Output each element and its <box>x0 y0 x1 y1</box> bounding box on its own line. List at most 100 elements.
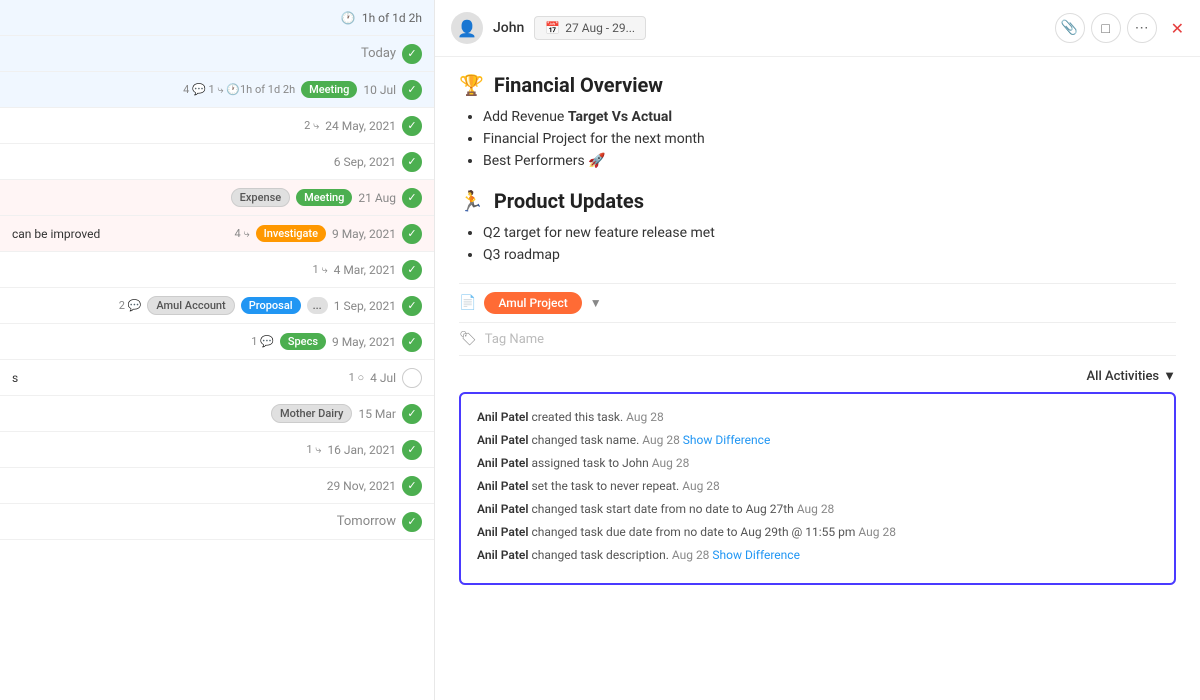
activity-header: All Activities ▼ <box>459 368 1176 384</box>
more-badge[interactable]: ... <box>307 297 328 314</box>
task-date: 4 Jul <box>370 371 396 385</box>
task-check[interactable]: ✓ <box>402 224 422 244</box>
task-row: Mother Dairy 15 Mar ✓ <box>0 396 434 432</box>
show-difference-link[interactable]: Show Difference <box>683 433 771 447</box>
task-row: 1 ⤷ 16 Jan, 2021 ✓ <box>0 432 434 468</box>
content-area: 🏆 Financial Overview Add Revenue Target … <box>435 57 1200 601</box>
square-button[interactable]: □ <box>1091 13 1121 43</box>
investigate-badge[interactable]: Investigate <box>256 225 326 242</box>
activity-author: Anil Patel <box>477 502 528 516</box>
task-date: 1 Sep, 2021 <box>334 299 396 313</box>
activity-time: Aug 28 <box>797 502 835 516</box>
today-label: Today ✓ <box>361 44 422 64</box>
activity-action: created this task. <box>531 410 626 424</box>
financial-overview-title: Financial Overview <box>494 73 663 97</box>
task-row: Expense Meeting 21 Aug ✓ <box>0 180 434 216</box>
task-row: 6 Sep, 2021 ✓ <box>0 144 434 180</box>
activity-line: Anil Patel changed task name. Aug 28 Sho… <box>477 431 1158 449</box>
row-meta: 1 ⤷ <box>306 443 321 457</box>
expense-badge[interactable]: Expense <box>231 188 291 207</box>
date-range-badge[interactable]: 📅 27 Aug - 29... <box>534 16 646 40</box>
specs-badge[interactable]: Specs <box>280 333 326 350</box>
task-date: 4 Mar, 2021 <box>334 263 396 277</box>
task-row: can be improved 4 ⤷ Investigate 9 May, 2… <box>0 216 434 252</box>
tag-placeholder[interactable]: Tag Name <box>485 332 544 347</box>
task-check[interactable]: ✓ <box>402 116 422 136</box>
right-panel: 👤 John 📅 27 Aug - 29... 📎 □ ⋯ ✕ 🏆 Financ… <box>435 0 1200 700</box>
list-item: Q3 roadmap <box>483 247 1176 263</box>
task-label: s <box>12 371 18 385</box>
activity-action: assigned task to John <box>531 456 651 470</box>
task-date: 21 Aug <box>358 191 396 205</box>
row-meta: 4 💬 1 ⤷ 🕐1h of 1d 2h <box>183 83 295 97</box>
task-row: 1 ⤷ 4 Mar, 2021 ✓ <box>0 252 434 288</box>
all-activities-label: All Activities <box>1087 369 1160 384</box>
list-item: Q2 target for new feature release met <box>483 225 1176 241</box>
activity-time: Aug 28 <box>642 433 683 447</box>
more-button[interactable]: ⋯ <box>1127 13 1157 43</box>
activity-action: changed task start date from no date to … <box>531 502 796 516</box>
activity-box: Anil Patel created this task. Aug 28 Ani… <box>459 392 1176 585</box>
mother-dairy-badge[interactable]: Mother Dairy <box>271 404 352 423</box>
chevron-down-icon[interactable]: ▼ <box>590 296 602 310</box>
task-check[interactable]: ✓ <box>402 188 422 208</box>
task-date: 15 Mar <box>358 407 396 421</box>
today-section: Today ✓ <box>0 36 434 72</box>
task-check[interactable]: ✓ <box>402 404 422 424</box>
project-badge[interactable]: Amul Project <box>484 292 581 314</box>
task-row: 2 ⤷ 24 May, 2021 ✓ <box>0 108 434 144</box>
task-date: 9 May, 2021 <box>332 335 396 349</box>
paperclip-button[interactable]: 📎 <box>1055 13 1085 43</box>
task-date: 16 Jan, 2021 <box>327 443 396 457</box>
activity-line: Anil Patel changed task description. Aug… <box>477 546 1158 564</box>
task-row: 1 💬 Specs 9 May, 2021 ✓ <box>0 324 434 360</box>
row-meta: 4 ⤷ <box>235 227 250 241</box>
task-check[interactable]: ✓ <box>402 260 422 280</box>
task-check[interactable]: ✓ <box>402 332 422 352</box>
chevron-down-icon: ▼ <box>1163 368 1176 384</box>
activity-line: Anil Patel changed task due date from no… <box>477 523 1158 541</box>
activity-author: Anil Patel <box>477 433 528 447</box>
header-row: 🕐 1h of 1d 2h <box>0 0 434 36</box>
meeting-badge[interactable]: Meeting <box>296 189 352 206</box>
time-summary: 1h of 1d 2h <box>362 11 422 25</box>
today-check[interactable]: ✓ <box>402 44 422 64</box>
activity-action: set the task to never repeat. <box>531 479 682 493</box>
avatar-icon: 👤 <box>457 19 477 38</box>
task-row: 4 💬 1 ⤷ 🕐1h of 1d 2h Meeting 10 Jul ✓ <box>0 72 434 108</box>
all-activities-button[interactable]: All Activities ▼ <box>1087 368 1176 384</box>
runner-icon: 🏃 <box>459 189 484 213</box>
task-check[interactable]: ✓ <box>402 296 422 316</box>
header-actions: 📎 □ ⋯ <box>1055 13 1157 43</box>
proposal-badge[interactable]: Proposal <box>241 297 301 314</box>
row-meta: 1 ⤷ <box>313 263 328 277</box>
row-meta: 2 ⤷ <box>304 119 319 133</box>
activity-action: changed task description. <box>531 548 671 562</box>
meeting-badge[interactable]: Meeting <box>301 81 357 98</box>
financial-overview-header: 🏆 Financial Overview <box>459 73 1176 97</box>
show-difference-link[interactable]: Show Difference <box>712 548 800 562</box>
activity-time: Aug 28 <box>858 525 896 539</box>
amul-account-badge[interactable]: Amul Account <box>147 296 234 315</box>
task-date: 6 Sep, 2021 <box>334 155 396 169</box>
close-button[interactable]: ✕ <box>1171 19 1184 38</box>
tomorrow-check[interactable]: ✓ <box>402 512 422 532</box>
task-check[interactable] <box>402 368 422 388</box>
activity-action: changed task name. <box>531 433 642 447</box>
activity-author: Anil Patel <box>477 548 528 562</box>
task-check[interactable]: ✓ <box>402 80 422 100</box>
task-date: 9 May, 2021 <box>332 227 396 241</box>
task-check[interactable]: ✓ <box>402 152 422 172</box>
activity-author: Anil Patel <box>477 456 528 470</box>
activity-time: Aug 28 <box>626 410 664 424</box>
task-row: 29 Nov, 2021 ✓ <box>0 468 434 504</box>
task-check[interactable]: ✓ <box>402 440 422 460</box>
list-item: Financial Project for the next month <box>483 131 1176 147</box>
product-updates-header: 🏃 Product Updates <box>459 189 1176 213</box>
activity-action: changed task due date from no date to Au… <box>531 525 858 539</box>
task-check[interactable]: ✓ <box>402 476 422 496</box>
task-row: s 1 ○ 4 Jul <box>0 360 434 396</box>
avatar: 👤 <box>451 12 483 44</box>
activity-line: Anil Patel created this task. Aug 28 <box>477 408 1158 426</box>
right-header: 👤 John 📅 27 Aug - 29... 📎 □ ⋯ ✕ <box>435 0 1200 57</box>
